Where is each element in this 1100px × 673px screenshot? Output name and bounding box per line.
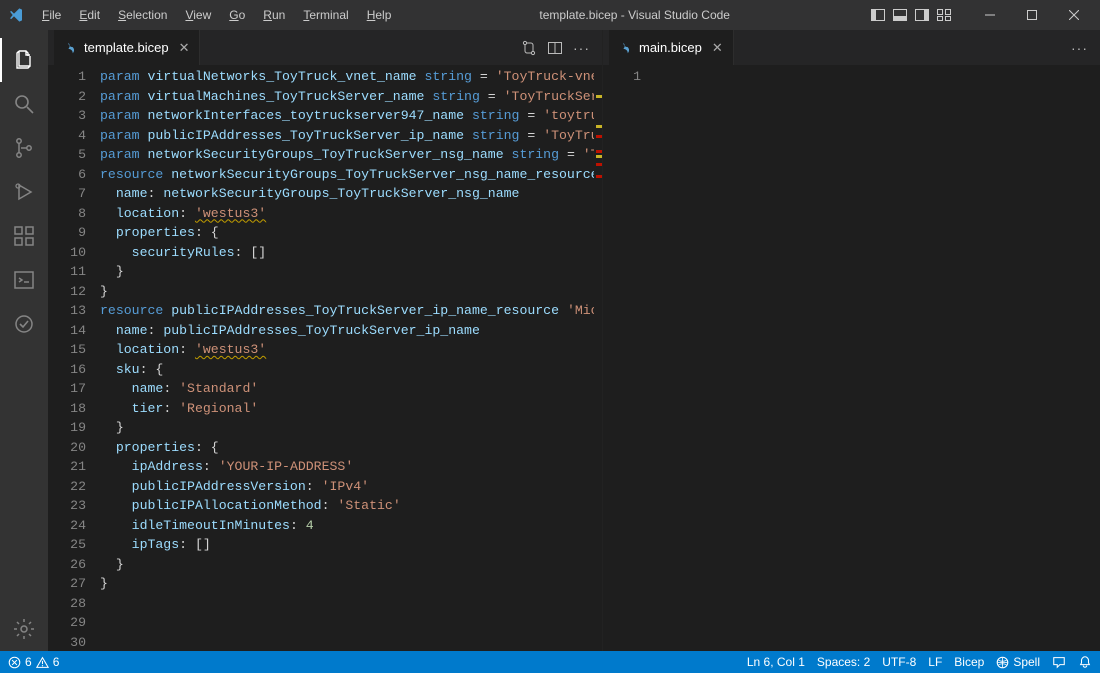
tab-main-bicep[interactable]: main.bicep ✕ [609, 30, 734, 65]
minimap[interactable] [594, 65, 602, 651]
menu-file[interactable]: File [34, 4, 69, 26]
status-feedback[interactable] [1052, 655, 1066, 669]
bicep-file-icon [64, 41, 78, 55]
status-eol[interactable]: LF [928, 655, 942, 669]
git-compare-icon[interactable] [521, 40, 537, 56]
menu-help[interactable]: Help [359, 4, 400, 26]
tab-label: template.bicep [84, 40, 169, 55]
more-actions-icon[interactable]: ··· [573, 40, 590, 56]
toggle-secondary-sidebar-icon[interactable] [914, 7, 930, 23]
window-title: template.bicep - Visual Studio Code [399, 8, 870, 22]
status-notifications[interactable] [1078, 655, 1092, 669]
more-actions-icon[interactable]: ··· [1071, 40, 1088, 56]
feedback-icon [1052, 655, 1066, 669]
close-icon[interactable]: ✕ [712, 40, 723, 56]
warning-icon [36, 656, 49, 669]
menu-run[interactable]: Run [255, 4, 293, 26]
editor-group-left: template.bicep ✕ ··· 1234567891011121314… [48, 30, 603, 651]
customize-layout-icon[interactable] [936, 7, 952, 23]
bicep-file-icon [619, 41, 633, 55]
editor-actions-right: ··· [1071, 40, 1094, 56]
menu-edit[interactable]: Edit [71, 4, 108, 26]
status-problems[interactable]: 6 6 [8, 655, 59, 669]
toggle-panel-icon[interactable] [892, 7, 908, 23]
close-button[interactable] [1056, 0, 1092, 30]
bell-icon [1078, 655, 1092, 669]
status-bar: 6 6 Ln 6, Col 1 Spaces: 2 UTF-8 LF Bicep… [0, 651, 1100, 673]
editor-left[interactable]: 1234567891011121314151617181920212223242… [48, 65, 602, 651]
explorer-activity[interactable] [0, 38, 48, 82]
editor-actions-left: ··· [521, 40, 596, 56]
tab-bar-left: template.bicep ✕ ··· [48, 30, 602, 65]
line-gutter: 1 [603, 65, 655, 651]
editor-right[interactable]: 1 [603, 65, 1100, 651]
layout-controls [870, 7, 952, 23]
status-language[interactable]: Bicep [954, 655, 984, 669]
status-cursor[interactable]: Ln 6, Col 1 [747, 655, 805, 669]
source-control-activity[interactable] [0, 126, 48, 170]
status-indent[interactable]: Spaces: 2 [817, 655, 870, 669]
close-icon[interactable]: ✕ [179, 40, 190, 56]
error-icon [8, 656, 21, 669]
status-spell[interactable]: Spell [996, 655, 1040, 669]
menu-terminal[interactable]: Terminal [295, 4, 356, 26]
line-gutter: 1234567891011121314151617181920212223242… [48, 65, 100, 651]
run-debug-activity[interactable] [0, 170, 48, 214]
status-encoding[interactable]: UTF-8 [882, 655, 916, 669]
menu-bar: File Edit Selection View Go Run Terminal… [34, 4, 399, 26]
activity-bar [0, 30, 48, 651]
code-content[interactable]: param virtualNetworks_ToyTruck_vnet_name… [100, 65, 594, 651]
menu-view[interactable]: View [177, 4, 219, 26]
tab-template-bicep[interactable]: template.bicep ✕ [54, 30, 200, 65]
toggle-primary-sidebar-icon[interactable] [870, 7, 886, 23]
editor-group-right: main.bicep ✕ ··· 1 [603, 30, 1100, 651]
maximize-button[interactable] [1014, 0, 1050, 30]
spell-icon [996, 656, 1009, 669]
extensions-activity[interactable] [0, 214, 48, 258]
minimize-button[interactable] [972, 0, 1008, 30]
menu-selection[interactable]: Selection [110, 4, 175, 26]
split-editor-icon[interactable] [547, 40, 563, 56]
terminal-activity[interactable] [0, 258, 48, 302]
manage-activity[interactable] [0, 607, 48, 651]
menu-go[interactable]: Go [221, 4, 253, 26]
code-content[interactable] [655, 65, 1100, 651]
tab-bar-right: main.bicep ✕ ··· [603, 30, 1100, 65]
testing-activity[interactable] [0, 302, 48, 346]
search-activity[interactable] [0, 82, 48, 126]
vscode-logo-icon [8, 7, 24, 23]
tab-label: main.bicep [639, 40, 702, 55]
title-bar: File Edit Selection View Go Run Terminal… [0, 0, 1100, 30]
